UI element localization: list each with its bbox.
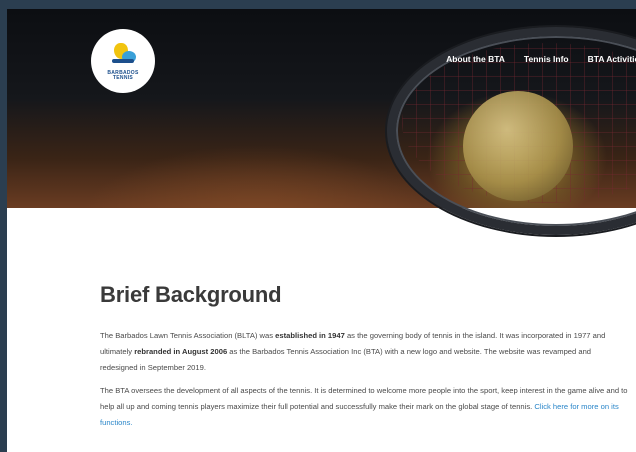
bold-rebranded: rebranded in August 2006 [134,347,228,356]
logo-mark-icon [108,41,138,69]
site-logo[interactable]: BARBADOS TENNIS [91,29,155,93]
nav-item-bta-activities[interactable]: BTA Activities [588,54,636,64]
paragraph-history: The Barbados Lawn Tennis Association (BL… [100,328,630,376]
hero-banner: BARBADOS TENNIS About the BTA Tennis Inf… [7,9,636,235]
bold-established: established in 1947 [275,331,345,340]
main-content: Brief Background The Barbados Lawn Tenni… [100,282,630,438]
logo-text-line2: TENNIS [112,75,134,81]
page: BARBADOS TENNIS About the BTA Tennis Inf… [7,9,636,452]
nav-item-about-the-bta[interactable]: About the BTA [446,54,505,64]
paragraph-mission: The BTA oversees the development of all … [100,383,630,431]
text-segment: The Barbados Lawn Tennis Association (BL… [100,331,276,340]
main-nav: About the BTA Tennis Info BTA Activities [427,54,636,64]
logo-text: BARBADOS TENNIS [107,71,138,81]
nav-item-tennis-info[interactable]: Tennis Info [524,54,569,64]
page-title: Brief Background [100,282,282,307]
tennis-ball-image [463,91,573,201]
